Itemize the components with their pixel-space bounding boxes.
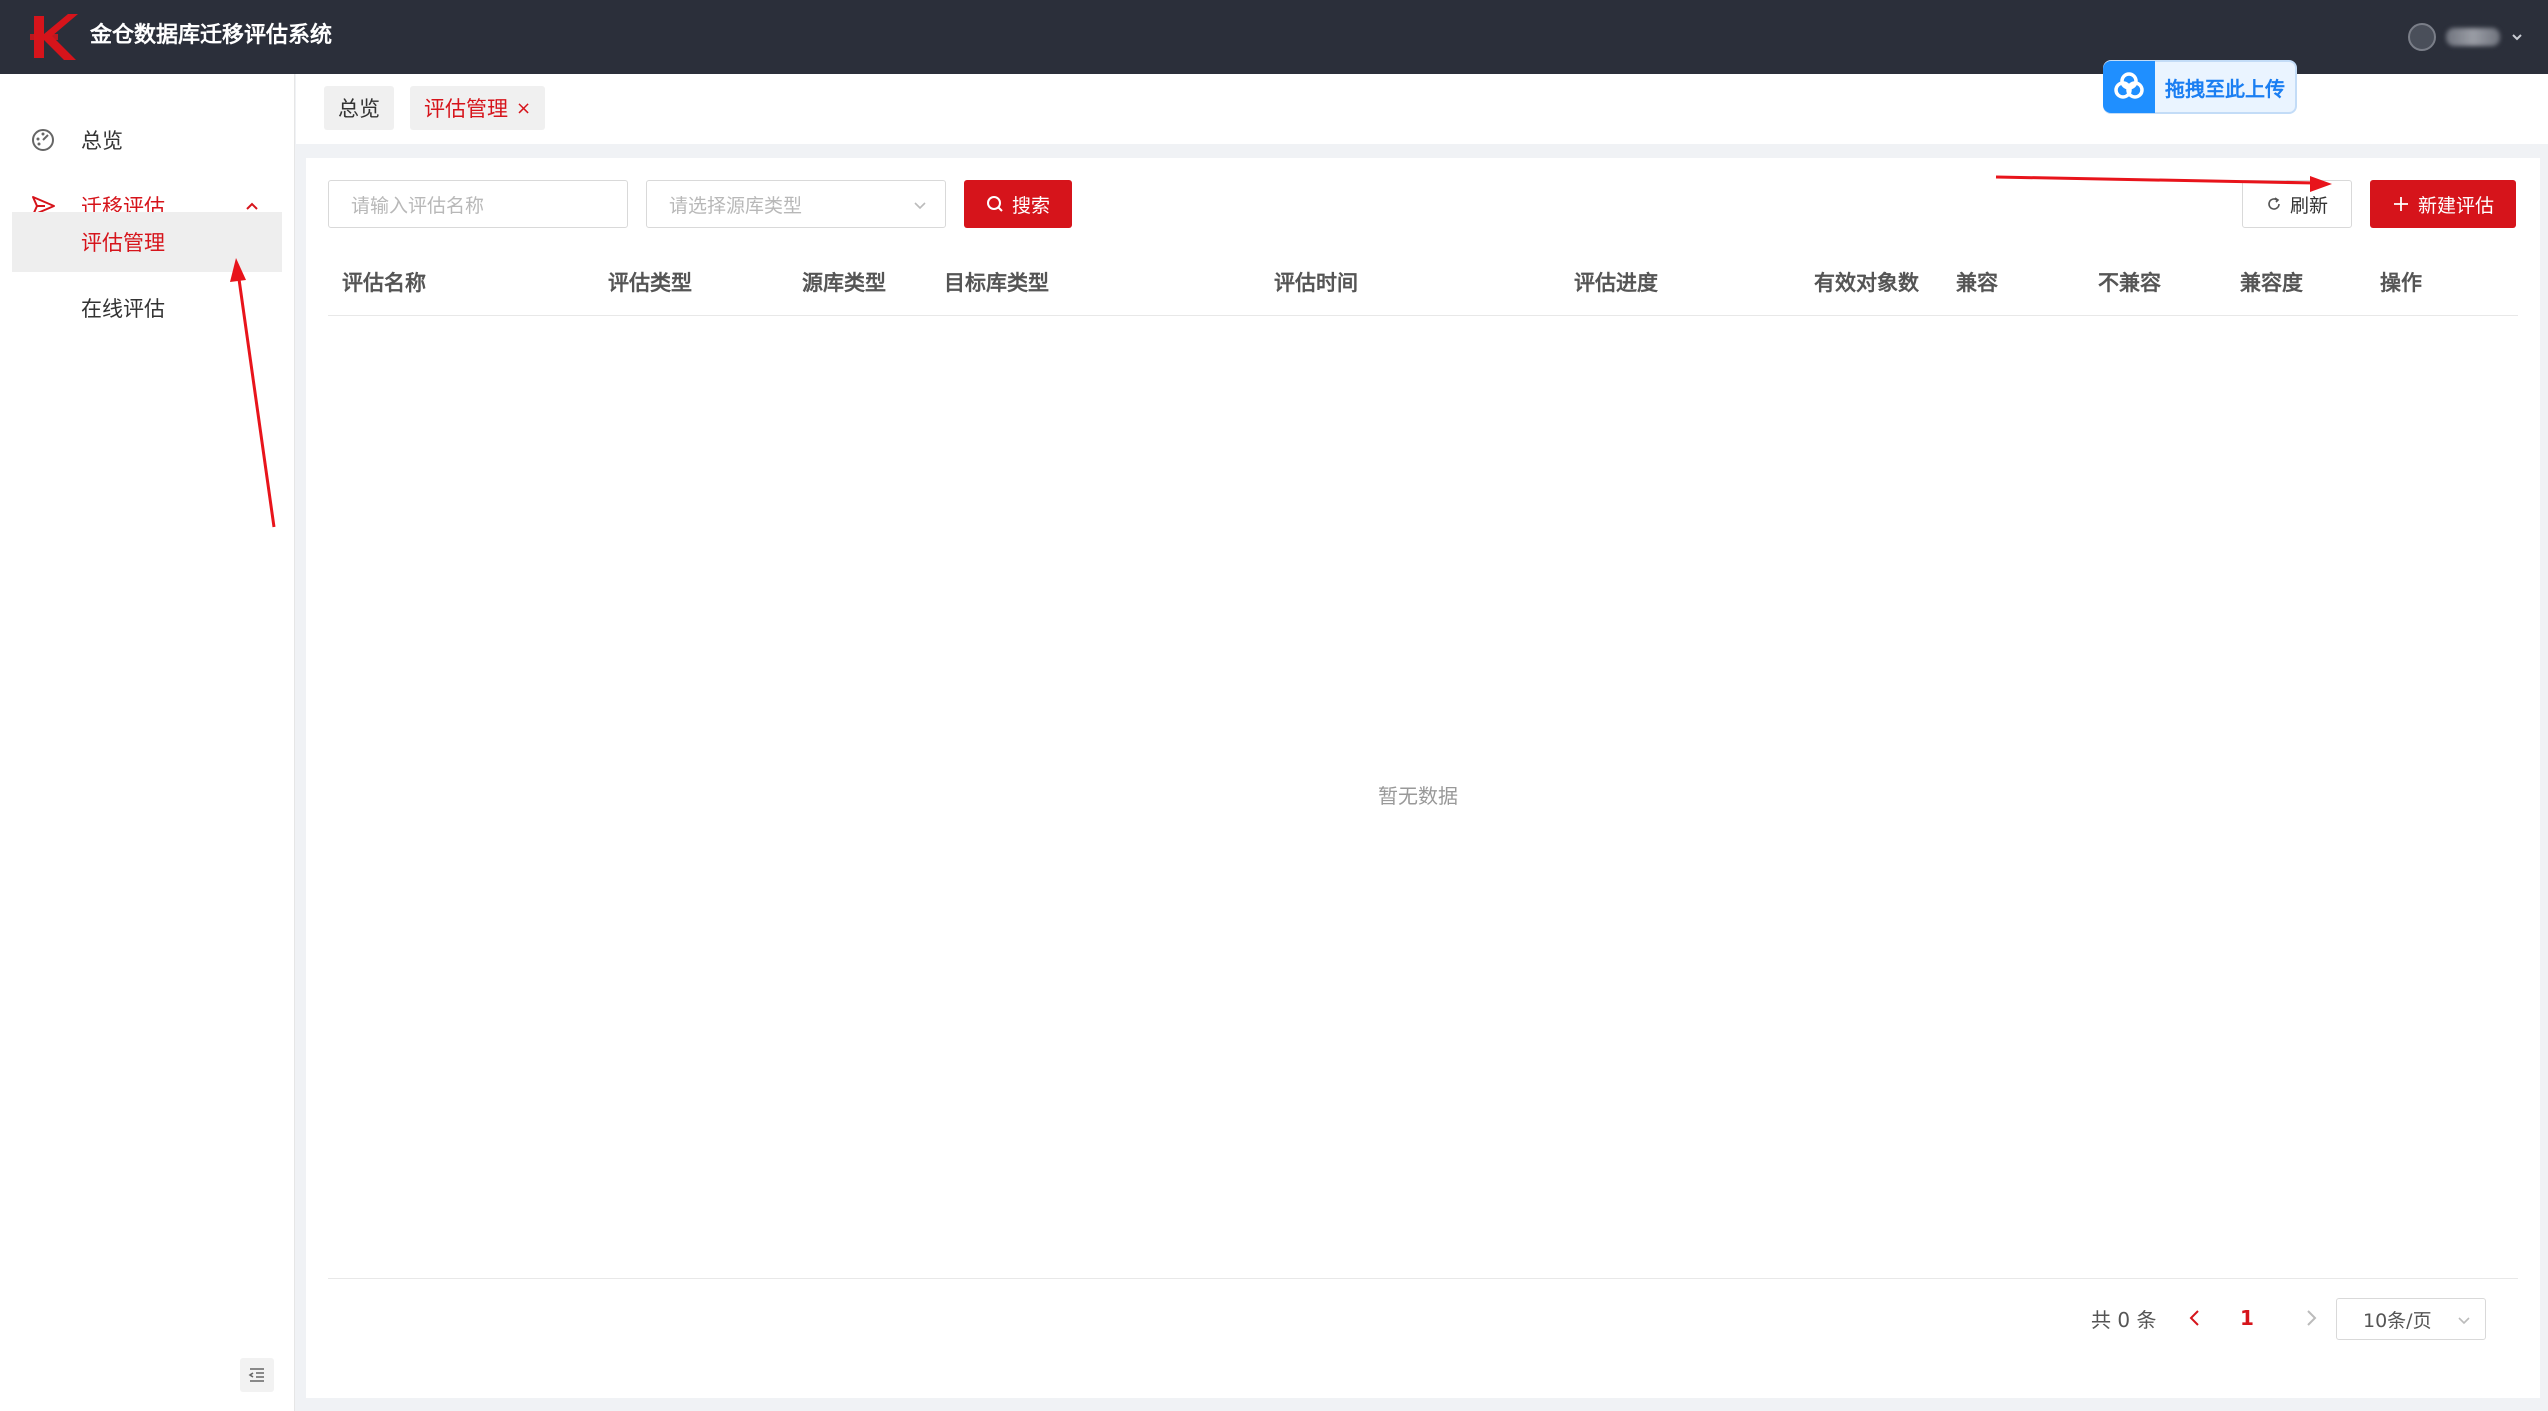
sidebar: 总览 迁移评估 评估管理 在线评估 — [0, 74, 295, 1411]
sidebar-subitem-label: 在线评估 — [81, 297, 165, 321]
placeholder-text: 请选择源库类型 — [669, 194, 803, 217]
tab-overview[interactable]: 总览 — [324, 86, 394, 130]
user-menu[interactable] — [2408, 20, 2524, 54]
column-header[interactable]: 源库类型 — [802, 250, 886, 316]
source-type-select[interactable]: 请选择源库类型 — [646, 180, 946, 228]
sidebar-item-label: 总览 — [81, 129, 123, 153]
tab-label: 总览 — [338, 97, 380, 121]
column-header[interactable]: 评估类型 — [608, 250, 692, 316]
new-assessment-label: 新建评估 — [2417, 194, 2494, 217]
user-name[interactable] — [2446, 28, 2500, 46]
chevron-right-icon[interactable] — [2299, 1306, 2323, 1330]
collapse-menu-icon — [248, 1368, 264, 1382]
plus-icon — [2393, 197, 2408, 211]
column-header[interactable]: 操作 — [2380, 250, 2422, 316]
column-header[interactable]: 评估时间 — [1274, 250, 1358, 316]
refresh-icon — [2268, 197, 2280, 210]
sidebar-subitem-assessment-manage[interactable]: 评估管理 — [12, 212, 282, 272]
chevron-left-icon[interactable] — [2183, 1306, 2207, 1330]
cloud-upload-icon — [2103, 61, 2155, 113]
refresh-label: 刷新 — [2289, 194, 2328, 217]
chevron-down-icon — [914, 202, 926, 210]
column-header[interactable]: 评估名称 — [342, 250, 426, 316]
column-header[interactable]: 兼容 — [1956, 250, 1998, 316]
collapse-sidebar-button[interactable] — [240, 1358, 274, 1392]
tab-assessment-manage[interactable]: 评估管理 × — [410, 86, 546, 130]
sidebar-subitem-label: 评估管理 — [81, 231, 165, 255]
search-button[interactable]: 搜索 — [964, 180, 1072, 228]
sidebar-subitem-online-assessment[interactable]: 在线评估 — [12, 278, 282, 338]
column-header[interactable]: 兼容度 — [2240, 250, 2303, 316]
kingbase-logo-icon — [30, 14, 78, 60]
search-icon — [986, 196, 1003, 212]
page-size-select[interactable]: 10条/页 — [2336, 1298, 2486, 1340]
chevron-down-icon[interactable] — [2510, 30, 2524, 44]
assessment-name-input[interactable]: 请输入评估名称 — [328, 180, 628, 228]
upload-label: 拖拽至此上传 — [2165, 76, 2285, 101]
column-header[interactable]: 不兼容 — [2098, 250, 2161, 316]
column-header[interactable]: 有效对象数 — [1814, 250, 1919, 316]
avatar[interactable] — [2408, 23, 2436, 51]
pagination-total: 共 0 条 — [2091, 1307, 2157, 1332]
placeholder-text: 请输入评估名称 — [351, 194, 485, 217]
search-label: 搜索 — [1011, 194, 1050, 217]
column-header[interactable]: 评估进度 — [1574, 250, 1658, 316]
tab-label: 评估管理 — [424, 97, 508, 121]
divider — [328, 1278, 2518, 1279]
pagination-current-page[interactable]: 1 — [2240, 1298, 2254, 1338]
chevron-down-icon — [2458, 1317, 2470, 1325]
sidebar-item-overview[interactable]: 总览 — [0, 110, 295, 170]
drag-upload-badge[interactable]: 拖拽至此上传 — [2103, 60, 2297, 114]
empty-table-message: 暂无数据 — [1378, 784, 1458, 808]
table-header: 评估名称 评估类型 源库类型 目标库类型 评估时间 评估进度 有效对象数 兼容 … — [328, 250, 2518, 316]
close-icon[interactable]: × — [516, 98, 531, 119]
main-card: 请输入评估名称 请选择源库类型 搜索 刷新 新建评估 评估名称 评估类型 源库类… — [306, 158, 2540, 1398]
new-assessment-button[interactable]: 新建评估 — [2370, 180, 2516, 228]
dashboard-icon — [32, 129, 54, 151]
refresh-button[interactable]: 刷新 — [2242, 180, 2352, 228]
page-size-label: 10条/页 — [2363, 1309, 2432, 1332]
column-header[interactable]: 目标库类型 — [944, 250, 1049, 316]
app-title: 金仓数据库迁移评估系统 — [90, 23, 333, 48]
